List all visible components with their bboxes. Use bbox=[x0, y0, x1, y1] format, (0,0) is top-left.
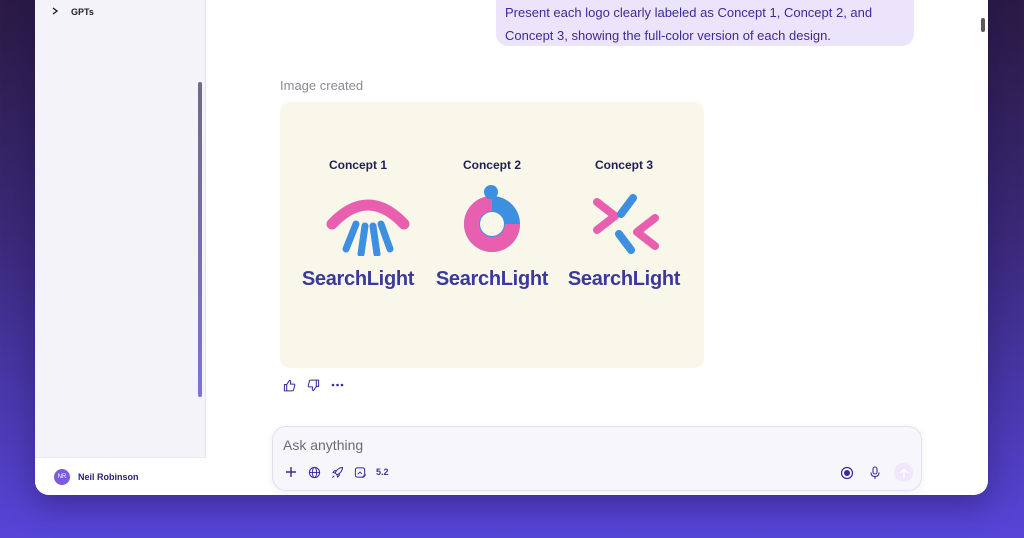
concept-3: Concept 3 SearchLight bbox=[554, 102, 694, 368]
sidebar: GPTs NR Neil Robinson bbox=[35, 0, 206, 495]
user-name: Neil Robinson bbox=[78, 471, 139, 482]
searchlight-logo-concept-1-icon bbox=[326, 199, 410, 256]
image-status-label: Image created bbox=[280, 78, 364, 93]
message-actions bbox=[282, 378, 344, 392]
user-profile-button[interactable]: NR Neil Robinson bbox=[35, 457, 206, 495]
user-message: Present each logo clearly labeled as Con… bbox=[496, 0, 914, 46]
concept-title: Concept 3 bbox=[594, 158, 653, 172]
sidebar-item-label: GPTs bbox=[71, 7, 94, 17]
concept-2: Concept 2 SearchLight bbox=[422, 102, 562, 368]
send-button[interactable] bbox=[894, 463, 913, 482]
voice-mode-icon[interactable] bbox=[838, 464, 856, 482]
microphone-icon[interactable] bbox=[866, 464, 884, 482]
generated-image[interactable]: Concept 1 SearchLight Concept 2 SearchLi… bbox=[280, 102, 704, 368]
prompt-input[interactable] bbox=[283, 435, 883, 455]
more-icon[interactable] bbox=[330, 378, 344, 392]
wordmark: SearchLight bbox=[301, 268, 415, 290]
sidebar-item-gpts[interactable]: GPTs bbox=[51, 6, 94, 18]
image-edit-icon[interactable] bbox=[353, 465, 367, 479]
concept-title: Concept 2 bbox=[462, 158, 521, 172]
concept-title: Concept 1 bbox=[328, 158, 387, 172]
wordmark: SearchLight bbox=[567, 268, 681, 290]
composer-toolbar: 5.2 bbox=[284, 465, 389, 479]
searchlight-logo-concept-2-icon bbox=[464, 185, 520, 252]
composer-right-tools bbox=[838, 463, 913, 482]
wordmark: SearchLight bbox=[435, 268, 549, 290]
searchlight-logo-concept-3-icon bbox=[593, 194, 659, 254]
rocket-icon[interactable] bbox=[330, 465, 344, 479]
composer: 5.2 bbox=[272, 426, 922, 491]
concept-1: Concept 1 SearchLight bbox=[288, 102, 428, 368]
avatar: NR bbox=[54, 468, 70, 485]
chevron-right-icon bbox=[51, 6, 61, 18]
plus-icon[interactable] bbox=[284, 465, 298, 479]
main-scrollbar[interactable] bbox=[981, 18, 985, 32]
globe-icon[interactable] bbox=[307, 465, 321, 479]
thumbs-up-icon[interactable] bbox=[282, 378, 296, 392]
app-window: GPTs NR Neil Robinson Present each logo … bbox=[35, 0, 988, 495]
sidebar-scrollbar[interactable] bbox=[198, 82, 202, 397]
model-label[interactable]: 5.2 bbox=[376, 465, 389, 479]
thumbs-down-icon[interactable] bbox=[306, 378, 320, 392]
send-arrow-icon bbox=[899, 467, 908, 478]
